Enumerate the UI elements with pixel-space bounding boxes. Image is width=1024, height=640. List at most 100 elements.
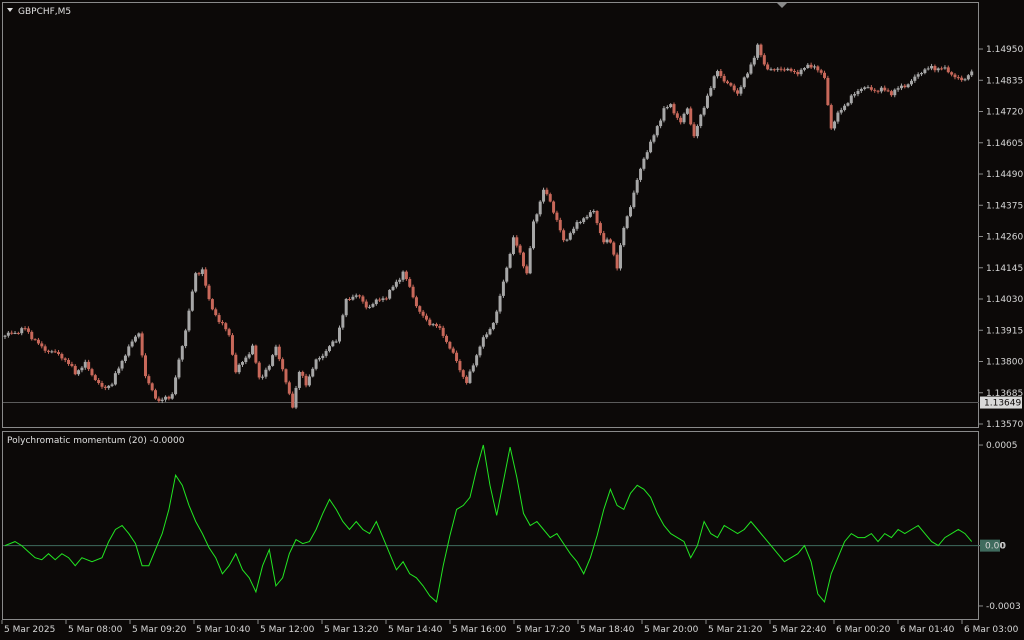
candle-body[interactable]	[97, 379, 101, 384]
candle-body[interactable]	[695, 126, 699, 137]
candle-body[interactable]	[164, 396, 168, 400]
momentum-line[interactable]	[4, 444, 973, 603]
candle-body[interactable]	[100, 383, 104, 387]
candle-body[interactable]	[368, 306, 372, 308]
candle-body[interactable]	[632, 192, 636, 208]
candle-body[interactable]	[307, 376, 311, 386]
candle-body[interactable]	[766, 64, 770, 70]
candle-body[interactable]	[143, 355, 147, 377]
candle-body[interactable]	[799, 69, 803, 75]
candle-body[interactable]	[853, 94, 857, 96]
candle-body[interactable]	[123, 355, 127, 361]
candle-body[interactable]	[565, 239, 569, 241]
candle-body[interactable]	[950, 72, 954, 75]
candle-body[interactable]	[866, 87, 870, 89]
candle-body[interactable]	[498, 295, 502, 312]
candle-body[interactable]	[946, 67, 950, 73]
candle-body[interactable]	[612, 242, 616, 255]
candle-body[interactable]	[548, 194, 552, 202]
candle-body[interactable]	[338, 327, 341, 342]
candle-body[interactable]	[555, 212, 559, 220]
candle-body[interactable]	[140, 333, 144, 356]
candle-body[interactable]	[77, 370, 81, 375]
candle-body[interactable]	[685, 108, 689, 114]
candle-body[interactable]	[782, 69, 786, 71]
candle-body[interactable]	[63, 358, 67, 360]
candle-body[interactable]	[220, 322, 224, 324]
candle-body[interactable]	[475, 355, 479, 366]
candle-body[interactable]	[953, 74, 957, 78]
candle-body[interactable]	[829, 105, 833, 129]
candle-body[interactable]	[46, 350, 50, 352]
candle-body[interactable]	[635, 179, 639, 193]
candle-body[interactable]	[348, 299, 352, 301]
candle-body[interactable]	[174, 377, 178, 395]
candle-body[interactable]	[588, 212, 592, 217]
candle-body[interactable]	[505, 267, 509, 282]
candle-body[interactable]	[926, 68, 930, 70]
candle-body[interactable]	[90, 369, 94, 376]
candle-body[interactable]	[461, 370, 465, 377]
candle-body[interactable]	[358, 295, 362, 297]
candle-body[interactable]	[582, 218, 586, 223]
candle-body[interactable]	[572, 228, 576, 234]
candle-body[interactable]	[769, 69, 773, 71]
candle-body[interactable]	[856, 91, 860, 95]
candle-body[interactable]	[271, 355, 275, 366]
candle-body[interactable]	[197, 273, 201, 275]
candle-body[interactable]	[886, 90, 890, 92]
candle-body[interactable]	[608, 239, 612, 243]
candle-body[interactable]	[170, 394, 174, 399]
candle-body[interactable]	[324, 351, 328, 356]
candle-body[interactable]	[605, 239, 609, 243]
candle-body[interactable]	[843, 105, 847, 110]
candle-body[interactable]	[93, 375, 97, 380]
candle-body[interactable]	[528, 248, 532, 274]
candle-body[interactable]	[578, 222, 582, 224]
candle-body[interactable]	[184, 330, 188, 347]
candle-body[interactable]	[30, 331, 34, 340]
candle-body[interactable]	[532, 221, 536, 249]
candle-body[interactable]	[314, 359, 318, 369]
candle-body[interactable]	[301, 371, 305, 376]
candle-body[interactable]	[3, 335, 7, 337]
candle-body[interactable]	[364, 301, 368, 308]
candle-body[interactable]	[712, 76, 716, 89]
candle-body[interactable]	[702, 107, 706, 115]
candle-body[interactable]	[458, 361, 462, 371]
candle-body[interactable]	[936, 68, 940, 71]
candle-body[interactable]	[284, 369, 288, 383]
candle-body[interactable]	[776, 68, 780, 70]
candle-body[interactable]	[384, 298, 388, 300]
candle-body[interactable]	[598, 223, 602, 234]
candle-body[interactable]	[515, 237, 519, 246]
candle-body[interactable]	[120, 360, 124, 369]
candle-body[interactable]	[210, 299, 214, 310]
candle-body[interactable]	[899, 85, 903, 89]
candle-body[interactable]	[672, 104, 676, 114]
candle-body[interactable]	[736, 90, 740, 94]
candle-body[interactable]	[943, 67, 947, 69]
candle-body[interactable]	[876, 90, 880, 92]
candle-body[interactable]	[729, 83, 733, 86]
candle-body[interactable]	[916, 74, 920, 77]
candle-body[interactable]	[154, 390, 158, 399]
candle-body[interactable]	[625, 216, 629, 228]
candle-body[interactable]	[849, 95, 853, 104]
candle-body[interactable]	[562, 230, 566, 241]
candle-body[interactable]	[167, 396, 171, 399]
candle-body[interactable]	[287, 382, 291, 394]
candle-body[interactable]	[909, 80, 913, 85]
candle-body[interactable]	[374, 299, 378, 305]
candle-body[interactable]	[508, 253, 512, 268]
candle-body[interactable]	[495, 311, 499, 323]
candle-body[interactable]	[970, 71, 974, 76]
candle-body[interactable]	[575, 222, 579, 229]
candle-body[interactable]	[966, 75, 970, 80]
candle-body[interactable]	[147, 376, 151, 384]
candle-body[interactable]	[418, 306, 422, 312]
candle-body[interactable]	[204, 269, 208, 286]
candle-body[interactable]	[33, 339, 37, 341]
candle-body[interactable]	[585, 216, 589, 219]
price-panel[interactable]	[3, 43, 979, 410]
